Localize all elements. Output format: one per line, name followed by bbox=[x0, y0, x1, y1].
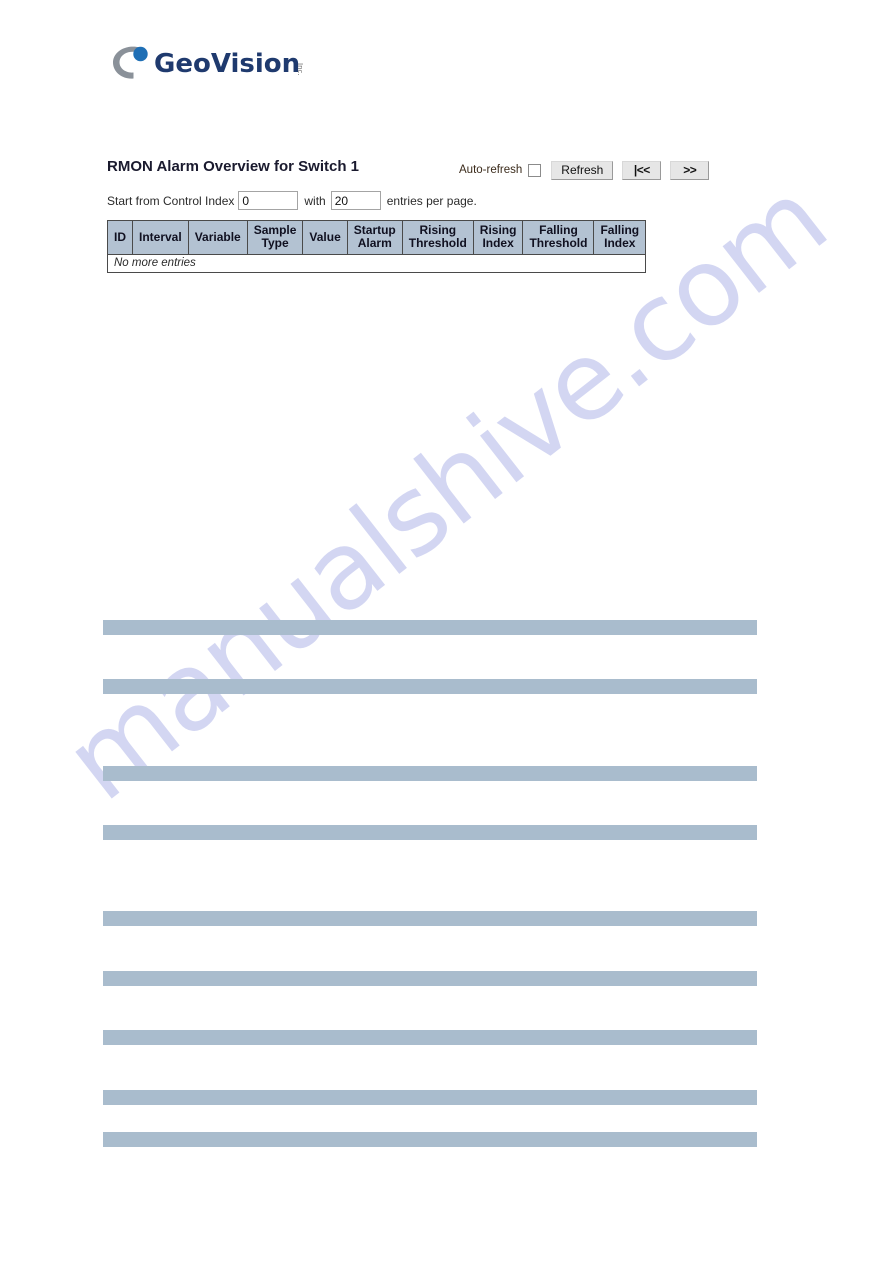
table-empty-row: No more entries bbox=[106, 254, 647, 273]
geovision-logo: GeoVision Inc. bbox=[106, 41, 376, 83]
table-header-cell: ID bbox=[107, 220, 133, 255]
table-header-cell: Falling Threshold bbox=[522, 220, 595, 255]
entries-per-page-label: entries per page. bbox=[386, 193, 477, 208]
content-placeholder-bar bbox=[103, 679, 757, 694]
logo-dot bbox=[133, 46, 148, 62]
entries-per-page-input[interactable] bbox=[330, 191, 381, 210]
table-head: ID Interval Variable Sample Type Value Startu… bbox=[107, 220, 647, 255]
rmon-alarm-table-wrap: ID Interval Variable Sample Type Value Startu… bbox=[106, 220, 700, 273]
content-placeholder-bar bbox=[103, 766, 757, 781]
logo-suffix: Inc. bbox=[296, 63, 304, 76]
table-header-cell: Rising Threshold bbox=[401, 220, 474, 255]
pagination-filter-row: Start from Control Index with entries pe… bbox=[107, 191, 477, 210]
table-header-cell: Variable bbox=[187, 220, 248, 255]
content-placeholder-bar bbox=[103, 1090, 757, 1105]
table-header-row: ID Interval Variable Sample Type Value Startu… bbox=[107, 220, 647, 255]
rmon-alarm-panel: RMON Alarm Overview for Switch 1 Auto-re… bbox=[106, 158, 710, 273]
toolbar: Auto-refresh Refresh |<< >> bbox=[459, 160, 710, 180]
table-header-cell: Rising Index bbox=[472, 220, 524, 255]
content-placeholder-bar bbox=[103, 1030, 757, 1045]
page-title: RMON Alarm Overview for Switch 1 bbox=[107, 158, 360, 175]
next-page-button[interactable]: >> bbox=[670, 160, 710, 180]
first-page-button[interactable]: |<< bbox=[622, 160, 662, 180]
title-row: RMON Alarm Overview for Switch 1 Auto-re… bbox=[107, 158, 710, 182]
start-index-label: Start from Control Index bbox=[107, 193, 235, 208]
content-placeholder-bar bbox=[103, 825, 757, 840]
rmon-alarm-table: ID Interval Variable Sample Type Value Startu… bbox=[106, 220, 647, 273]
table-header-cell: Interval bbox=[132, 220, 189, 255]
auto-refresh-label: Auto-refresh bbox=[459, 164, 523, 176]
logo-wordmark: GeoVision bbox=[154, 49, 300, 79]
start-index-input[interactable] bbox=[238, 191, 299, 210]
content-placeholder-bar bbox=[103, 971, 757, 986]
table-header-cell: Startup Alarm bbox=[346, 220, 403, 255]
table-header-cell: Falling Index bbox=[593, 220, 647, 255]
table-header-cell: Sample Type bbox=[246, 220, 304, 255]
content-placeholder-bar bbox=[103, 620, 757, 635]
table-header-cell: Value bbox=[302, 220, 348, 255]
content-placeholder-bar bbox=[103, 1132, 757, 1147]
table-body: No more entries bbox=[106, 254, 647, 273]
content-placeholder-bar bbox=[103, 911, 757, 926]
geovision-arc-logo: GeoVision Inc. bbox=[113, 46, 304, 79]
table-empty-message: No more entries bbox=[106, 254, 647, 273]
with-label: with bbox=[304, 193, 326, 208]
refresh-button[interactable]: Refresh bbox=[551, 160, 614, 180]
auto-refresh-checkbox[interactable] bbox=[528, 163, 542, 177]
